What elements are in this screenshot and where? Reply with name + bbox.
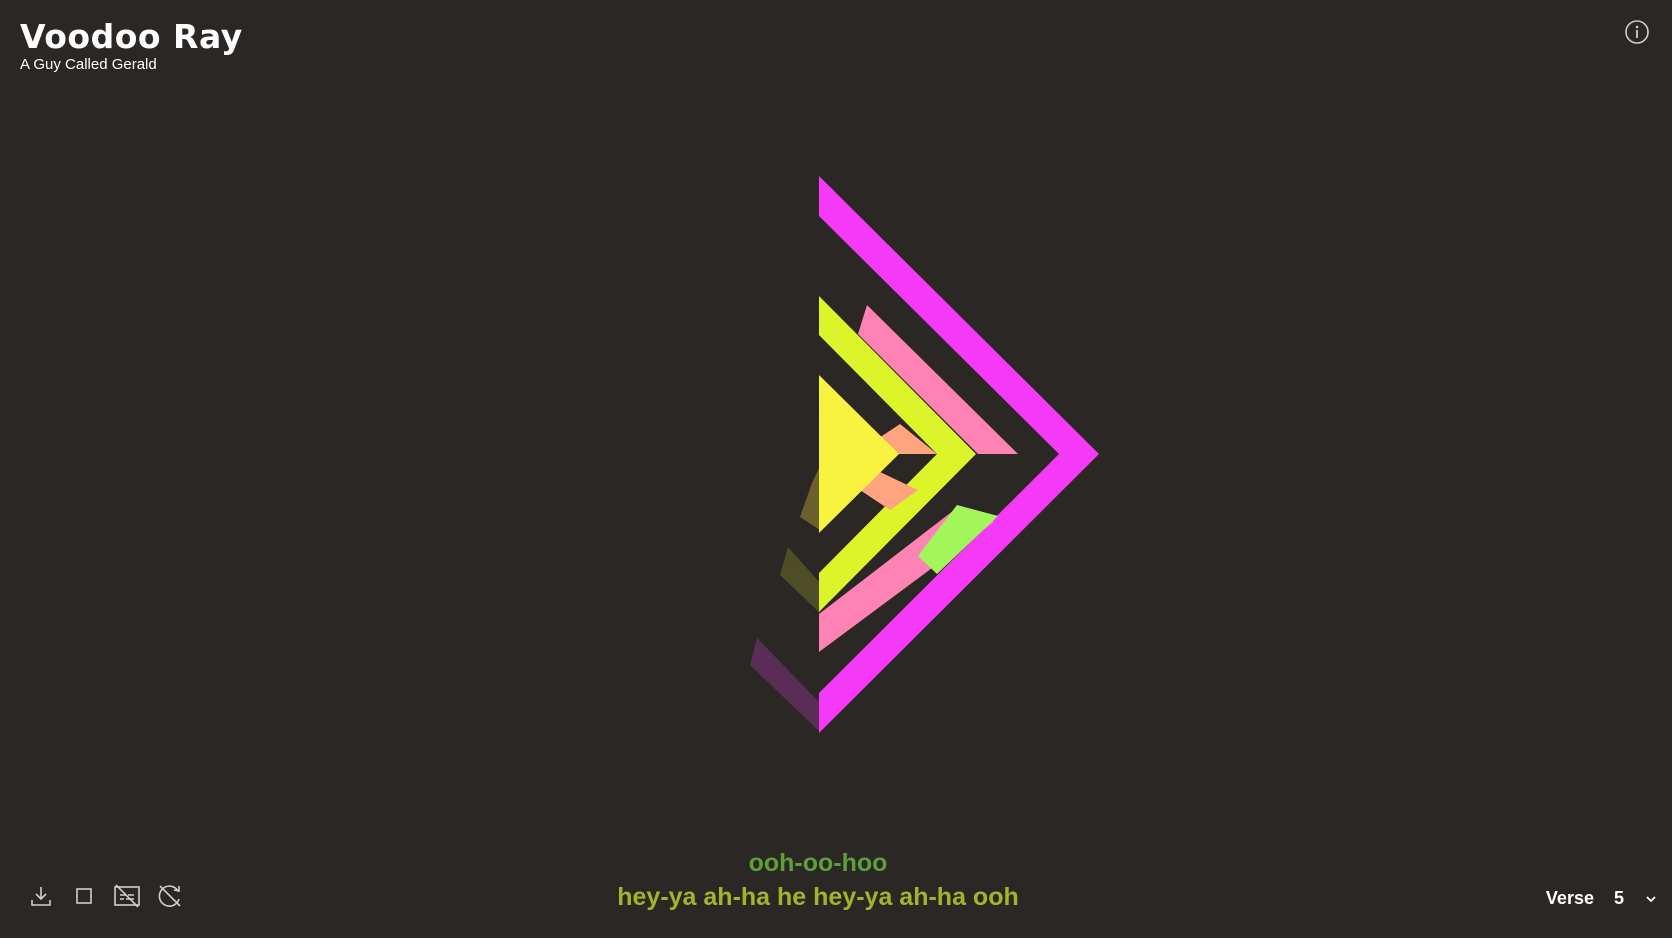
green-segment	[918, 505, 998, 574]
visualizer-page: Voodoo Ray A Guy Called Gerald ooh-oo-ho…	[0, 0, 1672, 938]
shadow-shard-olive	[780, 547, 820, 613]
stop-button[interactable]	[71, 882, 97, 910]
section-selector[interactable]: Verse 5	[1546, 888, 1658, 909]
visualizer-artwork	[750, 176, 1099, 733]
magenta-chevron	[819, 176, 1099, 733]
chevron-down-icon	[1646, 895, 1656, 902]
info-icon	[1625, 20, 1649, 44]
section-value: 5	[1613, 888, 1624, 908]
shadow-shard-brown	[800, 466, 820, 530]
pink-chevron-lower	[819, 507, 994, 652]
download-icon	[31, 887, 51, 906]
shadow-shard-purple	[750, 638, 820, 732]
playback-toolbar	[28, 882, 183, 910]
info-button[interactable]	[1624, 19, 1650, 45]
captions-off-icon	[114, 884, 140, 908]
yellow-triangle	[819, 375, 899, 533]
song-title: Voodoo Ray	[20, 17, 243, 56]
song-header: Voodoo Ray A Guy Called Gerald	[20, 18, 243, 74]
artist-name: A Guy Called Gerald	[20, 56, 157, 73]
autoplay-toggle-button[interactable]	[157, 882, 183, 910]
autoplay-off-icon	[158, 885, 181, 907]
lyric-previous-line: ooh-oo-hoo	[748, 849, 888, 877]
captions-toggle-button[interactable]	[114, 882, 140, 910]
peach-segment-bottom	[860, 472, 918, 510]
pink-chevron	[858, 305, 1018, 454]
section-label: Verse	[1545, 888, 1594, 908]
peach-segment-top	[876, 424, 937, 454]
square-icon	[76, 888, 92, 904]
lyric-current-line: hey-ya ah-ha he hey-ya ah-ha ooh	[617, 883, 1019, 911]
download-button[interactable]	[28, 882, 54, 910]
lime-chevron	[819, 296, 976, 612]
